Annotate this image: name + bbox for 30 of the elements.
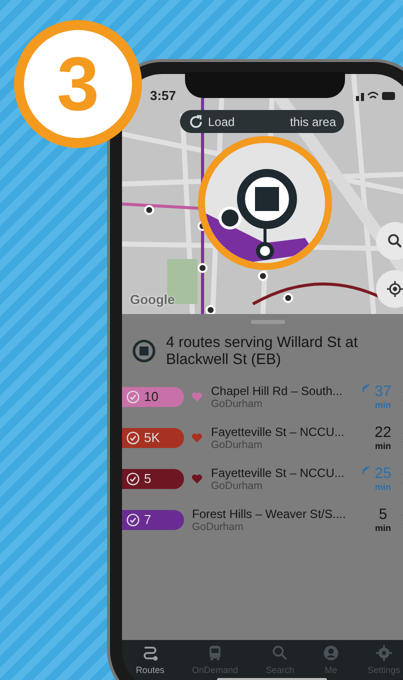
- route-badge: 5: [122, 468, 184, 488]
- step-badge: 3: [14, 20, 142, 148]
- arrival-minutes: 22: [374, 424, 392, 440]
- load-area-button[interactable]: Load this area: [180, 110, 344, 133]
- route-row[interactable]: 10 Chapel Hill Rd – South... GoDurham 37 min: [122, 376, 403, 417]
- route-badge: 5K: [122, 428, 184, 448]
- route-name: Forest Hills – Weaver St/S....: [192, 506, 347, 520]
- sheet-title: 4 routes serving Willard St at Blackwell St (EB): [166, 334, 359, 368]
- arrival-minutes: 25: [374, 466, 392, 482]
- agency-name: GoDurham: [211, 438, 264, 450]
- route-name: Fayetteville St – NCCU...: [211, 466, 346, 480]
- minutes-unit: min: [374, 522, 391, 532]
- route-row[interactable]: 5 Fayetteville St – NCCU... GoDurham 25 min: [122, 458, 403, 499]
- agency-name: GoDurham: [211, 480, 264, 492]
- tab-item[interactable]: Routes: [136, 644, 164, 680]
- route-badge: 10: [122, 386, 184, 406]
- arrival-minutes: 37: [374, 384, 392, 400]
- route-row[interactable]: 7 Forest Hills – Weaver St/S.... GoDurham 5 min: [122, 499, 403, 540]
- google-attribution: Google: [130, 292, 175, 307]
- route-row[interactable]: 5K Fayetteville St – NCCU... GoDurham 22 min: [122, 417, 403, 458]
- arrival-minutes: 5: [378, 506, 388, 522]
- agency-name: GoDurham: [211, 398, 264, 410]
- minutes-unit: min: [374, 482, 391, 492]
- status-time: 3:57: [150, 88, 176, 103]
- minutes-unit: min: [374, 440, 391, 450]
- route-name: Chapel Hill Rd – South...: [211, 384, 344, 398]
- route-badge: 7: [122, 510, 184, 530]
- minutes-unit: min: [374, 400, 391, 410]
- agency-name: GoDurham: [192, 520, 244, 532]
- route-name: Fayetteville St – NCCU...: [211, 424, 346, 438]
